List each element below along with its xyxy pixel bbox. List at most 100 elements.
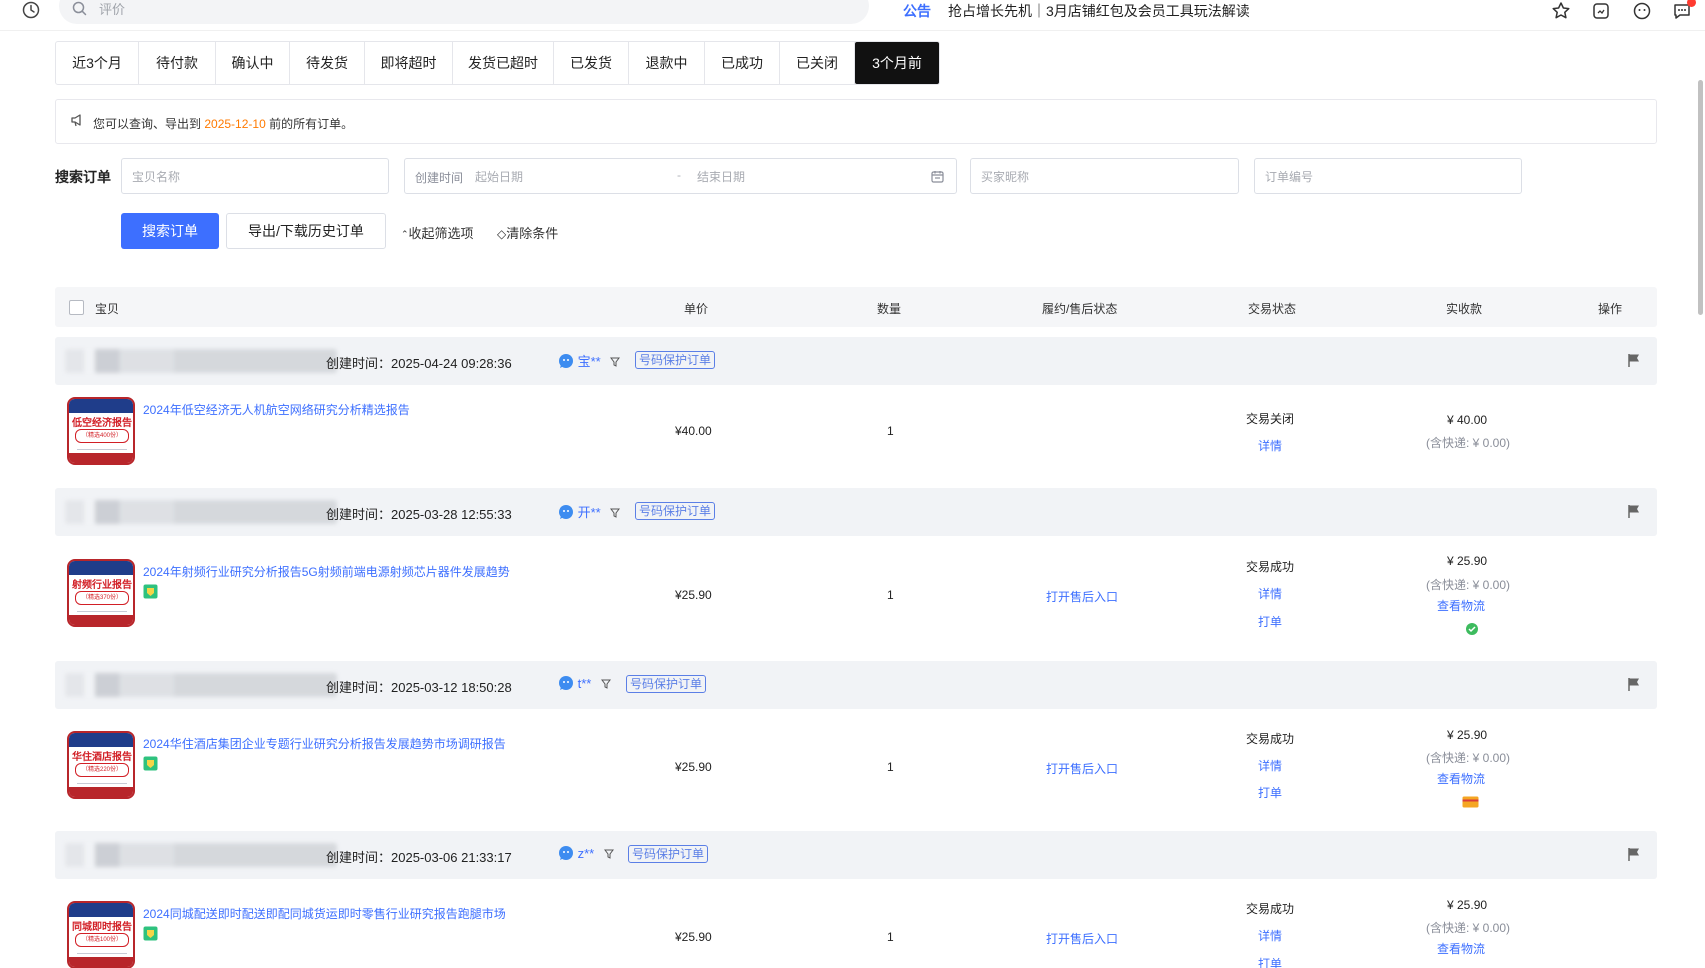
col-unit-price: 单价 [684,302,709,316]
quantity: 1 [887,588,894,602]
collapse-filters-link[interactable]: ⌃收起筛选项 [401,223,474,242]
order-number-input[interactable] [1265,168,1510,186]
select-all-checkbox[interactable] [69,300,84,315]
product-name-field [121,158,389,194]
star-icon[interactable] [1551,1,1571,21]
product-title-link[interactable]: 2024华住酒店集团企业专题行业研究分析报告发展趋势市场调研报告 [143,735,506,752]
open-aftersale-link[interactable]: 打开售后入口 [1046,760,1118,777]
product-thumbnail[interactable]: 华住酒店报告 （精选220份） [67,731,135,799]
clear-filters-link[interactable]: ◇清除条件 [497,223,558,242]
product-thumbnail[interactable]: 同城即时报告 （精选100份） [67,901,135,968]
tab-shipment-overdue[interactable]: 发货已超时 [453,42,554,84]
search-icon [72,1,87,19]
buyer-nickname-input[interactable] [981,168,1226,186]
open-aftersale-link[interactable]: 打开售后入口 [1046,588,1118,605]
detail-link[interactable]: 详情 [1258,927,1282,944]
banner-text: 您可以查询、导出到 2025-12-10 前的所有订单。 [93,117,354,131]
date-separator: - [677,168,681,182]
tab-pending-shipment[interactable]: 待发货 [290,42,365,84]
detail-link[interactable]: 详情 [1258,437,1282,454]
shipping-fee: (含快递: ¥ 0.00) [1426,436,1511,450]
detail-link[interactable]: 详情 [1258,757,1282,774]
print-order-link[interactable]: 打单 [1258,613,1282,630]
view-logistics-link[interactable]: 查看物流 [1437,597,1485,614]
wangwang-chat-icon[interactable] [558,353,574,372]
shield-badge-icon [143,926,158,944]
history-clock-icon[interactable] [22,1,42,21]
created-time: 创建时间：2025-03-12 18:50:28 [326,680,512,695]
blurred-order-info [65,673,337,697]
wangwang-chat-icon[interactable] [558,845,574,864]
tab-pending-payment[interactable]: 待付款 [139,42,216,84]
col-fulfillment-status: 履约/售后状态 [1042,302,1118,316]
tab-recent-3-months[interactable]: 近3个月 [56,42,139,84]
col-actions: 操作 [1598,302,1623,316]
notice-label: 公告 [903,3,931,19]
product-thumbnail[interactable]: 射频行业报告 （精选370份） [67,559,135,627]
product-title-link[interactable]: 2024同城配送即时配送即配同城货运即时零售行业研究报告跑腿市场 [143,905,506,922]
tab-confirming[interactable]: 确认中 [216,42,290,84]
eraser-icon: ◇ [497,227,507,241]
created-time: 创建时间：2025-04-24 09:28:36 [326,356,512,371]
flag-icon[interactable] [1627,677,1641,694]
buyer-name[interactable]: z** [558,845,614,864]
trade-status: 交易成功 [1246,732,1295,746]
order-header: 创建时间：2025-03-06 21:33:17 z** 号码保护订单 [55,831,1657,879]
chevron-up-icon: ⌃ [401,229,409,239]
speaker-icon [70,113,85,130]
flag-icon[interactable] [1627,504,1641,521]
tab-success[interactable]: 已成功 [705,42,780,84]
filter-icon[interactable] [600,677,611,692]
wangwang-chat-icon[interactable] [558,675,574,694]
flag-icon[interactable] [1627,353,1641,370]
scrollbar-thumb[interactable] [1698,80,1703,315]
order-header: 创建时间：2025-03-12 18:50:28 t** 号码保护订单 [55,661,1657,709]
global-search-box[interactable] [59,0,869,24]
trade-status: 交易成功 [1246,560,1295,574]
product-title-link[interactable]: 2024年低空经济无人机航空网络研究分析精选报告 [143,401,410,418]
order-header: 创建时间：2025-03-28 12:55:33 开** 号码保护订单 [55,488,1657,536]
notice-link[interactable]: 抢占增长先机｜3月店铺红包及会员工具玩法解读 [948,1,1250,21]
buyer-name[interactable]: t** [558,675,611,694]
view-logistics-link[interactable]: 查看物流 [1437,770,1485,787]
detail-link[interactable]: 详情 [1258,585,1282,602]
tab-refunding[interactable]: 退款中 [629,42,705,84]
wallet-icon [1462,796,1479,811]
product-thumbnail[interactable]: 低空经济报告 （精选400份） [67,397,135,465]
order-header: 创建时间：2025-04-24 09:28:36 宝** 号码保护订单 [55,337,1657,385]
print-order-link[interactable]: 打单 [1258,955,1282,968]
buyer-name[interactable]: 开** [558,502,621,523]
tab-closed[interactable]: 已关闭 [780,42,855,84]
blurred-order-info [65,843,337,867]
number-protection-tag: 号码保护订单 [628,845,709,863]
filter-icon[interactable] [610,506,621,521]
tab-near-timeout[interactable]: 即将超时 [365,42,453,84]
calendar-icon[interactable] [931,170,944,186]
export-history-button[interactable]: 导出/下载历史订单 [226,213,386,249]
filter-icon[interactable] [610,355,621,370]
unit-price: ¥25.90 [675,930,712,944]
folder-icon[interactable] [1591,1,1611,21]
end-date-input[interactable] [697,168,897,186]
tab-older-than-3-months[interactable]: 3个月前 [855,42,939,84]
product-name-input[interactable] [132,168,377,186]
start-date-input[interactable] [475,168,655,186]
open-aftersale-link[interactable]: 打开售后入口 [1046,930,1118,947]
global-search-input[interactable] [99,0,799,19]
wangwang-chat-icon[interactable] [558,504,574,523]
tab-shipped[interactable]: 已发货 [554,42,629,84]
top-bar: 公告 抢占增长先机｜3月店铺红包及会员工具玩法解读 [0,0,1705,31]
view-logistics-link[interactable]: 查看物流 [1437,940,1485,957]
buyer-name[interactable]: 宝** [558,351,621,372]
filter-icon[interactable] [603,847,614,862]
service-icon[interactable] [1632,1,1652,21]
search-orders-title: 搜索订单 [55,169,111,185]
flag-icon[interactable] [1627,847,1641,864]
received-amount: ¥ 25.90 [1447,554,1488,568]
col-quantity: 数量 [877,302,902,316]
created-time: 创建时间：2025-03-28 12:55:33 [326,507,512,522]
product-title-link[interactable]: 2024年射频行业研究分析报告5G射频前端电源射频芯片器件发展趋势 [143,563,510,580]
search-orders-button[interactable]: 搜索订单 [121,213,219,249]
unit-price: ¥40.00 [675,424,712,438]
print-order-link[interactable]: 打单 [1258,784,1282,801]
